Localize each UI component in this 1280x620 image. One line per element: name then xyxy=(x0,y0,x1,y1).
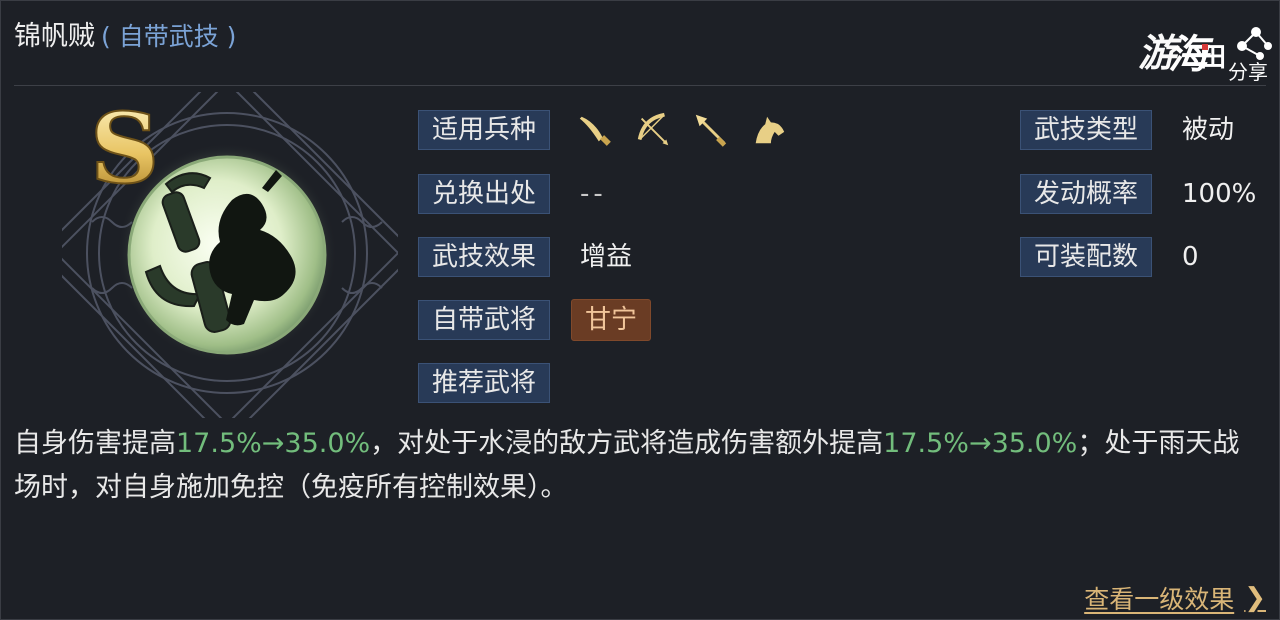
value-equip-count: 0 xyxy=(1182,242,1199,272)
value-skill-type: 被动 xyxy=(1182,115,1235,145)
grade-letter: S xyxy=(90,92,159,205)
bow-icon xyxy=(637,112,669,146)
desc-text-1: 自身伤害提高 xyxy=(14,428,176,459)
skill-emblem: S xyxy=(62,92,398,418)
label-skill-effect: 武技效果 xyxy=(418,237,550,277)
horse-icon xyxy=(755,116,785,144)
view-level1-effect-link[interactable]: 查看一级效果 ❯ xyxy=(1084,580,1266,616)
spear-icon xyxy=(695,114,727,147)
label-own-general: 自带武将 xyxy=(418,300,550,340)
skill-description: 自身伤害提高17.5%→35.0%，对处于水浸的敌方武将造成伤害额外提高17.5… xyxy=(14,422,1264,510)
watermark-logo: 游 海 田 分享 xyxy=(1138,16,1274,84)
skill-subtitle: ( 自带武技 ) xyxy=(101,22,237,51)
header-divider xyxy=(14,85,1266,86)
desc-value-2: 17.5%→35.0% xyxy=(883,428,1078,459)
value-exchange-source: -- xyxy=(580,179,607,209)
label-trigger-rate: 发动概率 xyxy=(1020,174,1152,214)
label-equip-count: 可装配数 xyxy=(1020,237,1152,277)
chevron-right-icon[interactable]: ❯ xyxy=(1244,583,1266,613)
header: 锦帆贼 ( 自带武技 ) xyxy=(14,14,236,58)
desc-value-1: 17.5%→35.0% xyxy=(176,428,371,459)
value-trigger-rate: 100% xyxy=(1182,179,1257,209)
skill-title: 锦帆贼 xyxy=(14,21,95,52)
label-recommended-general: 推荐武将 xyxy=(418,363,550,403)
desc-text-2: ，对处于水浸的敌方武将造成伤害额外提高 xyxy=(370,428,884,459)
view-level1-effect-label[interactable]: 查看一级效果 xyxy=(1084,580,1234,616)
troop-type-icons xyxy=(576,108,788,152)
label-skill-type: 武技类型 xyxy=(1020,110,1152,150)
watermark-sub: 分享 xyxy=(1228,60,1268,84)
sword-icon xyxy=(579,116,611,146)
label-troop-type: 适用兵种 xyxy=(418,110,550,150)
own-general-badge[interactable]: 甘宁 xyxy=(571,299,651,341)
label-exchange-source: 兑换出处 xyxy=(418,174,550,214)
value-skill-effect: 增益 xyxy=(580,242,633,272)
